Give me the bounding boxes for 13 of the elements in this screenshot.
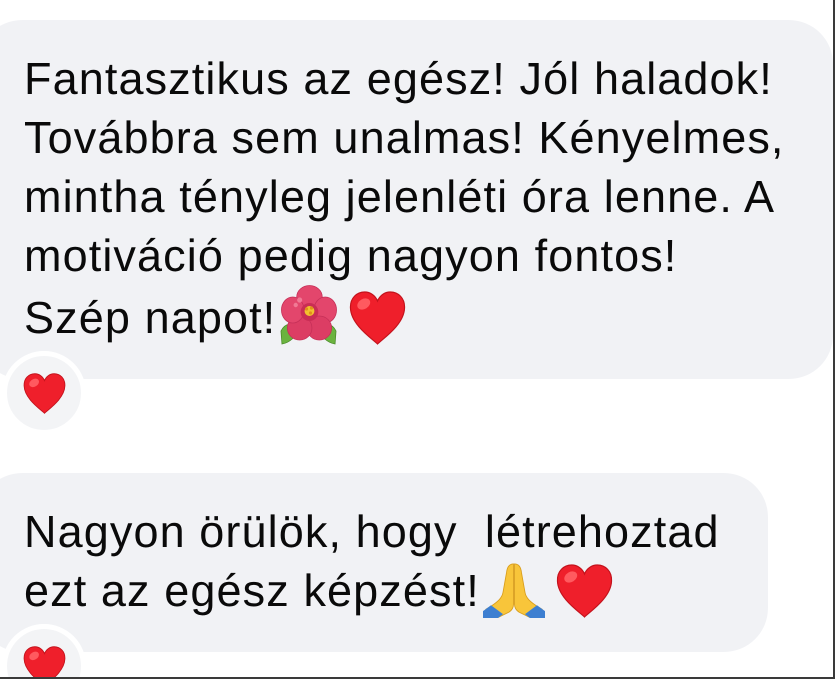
- message-line: mintha tényleg jelenléti óra lenne. A: [24, 171, 776, 222]
- message-line: motiváció pedig nagyon fontos!: [24, 230, 678, 281]
- heart-icon: [349, 291, 406, 345]
- heart-icon: [22, 646, 66, 677]
- message-line: Továbbra sem unalmas! Kényelmes,: [24, 112, 785, 163]
- folded-hands-icon: [482, 563, 545, 618]
- message-line: Nagyon örülök, hogy létrehoztad: [24, 506, 720, 557]
- message-line: Szép napot!: [24, 292, 276, 343]
- heart-icon: [556, 564, 613, 618]
- hibiscus-flower-icon: [279, 285, 338, 345]
- message-line: ezt az egész képzést!: [24, 565, 480, 616]
- message-line: Fantasztikus az egész! Jól haladok!: [24, 53, 773, 104]
- heart-icon: [22, 372, 66, 414]
